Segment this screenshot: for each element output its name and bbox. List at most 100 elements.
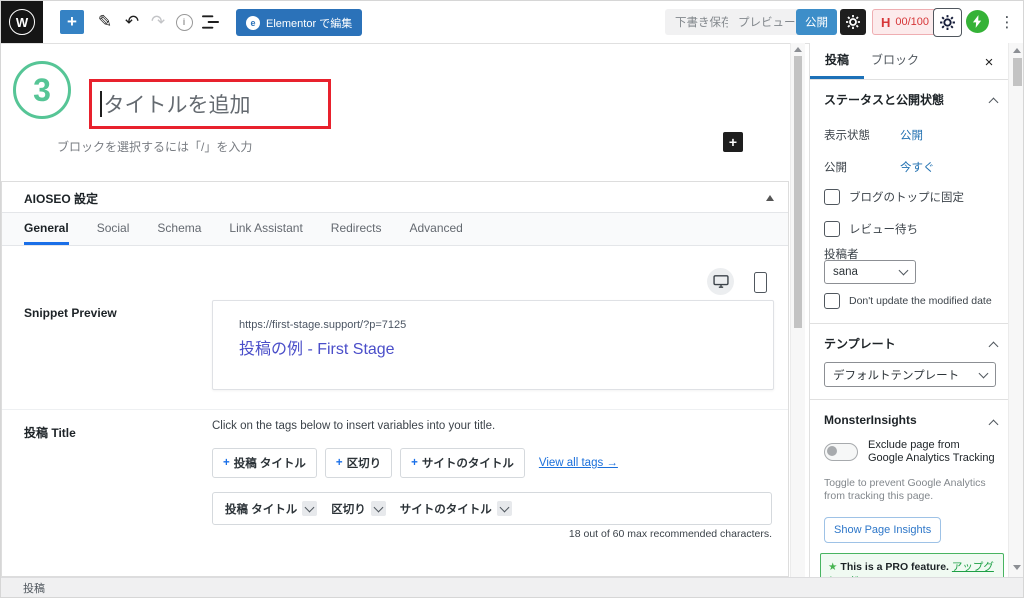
- star-icon: ★: [828, 561, 837, 573]
- undo-icon[interactable]: ↶: [121, 9, 143, 35]
- chip-separator[interactable]: 区切り: [331, 501, 386, 517]
- modified-date-label: Don't update the modified date: [849, 295, 992, 307]
- collapse-status-icon[interactable]: [989, 98, 999, 108]
- template-select[interactable]: デフォルトテンプレート: [824, 362, 996, 387]
- template-section-title: テンプレート: [824, 335, 896, 352]
- chip-site-title[interactable]: サイトのタイトル: [400, 501, 512, 517]
- elementor-icon: e: [246, 16, 260, 30]
- sidebar-divider: [810, 323, 1024, 324]
- tab-block[interactable]: ブロック: [864, 43, 926, 79]
- main-scrollbar[interactable]: [790, 43, 805, 577]
- elementor-button-label: Elementor で編集: [266, 15, 352, 31]
- redo-icon[interactable]: ↷: [147, 9, 169, 35]
- text-caret: [100, 91, 102, 117]
- tag-button-label: サイトのタイトル: [422, 455, 514, 471]
- sticky-checkbox[interactable]: [824, 189, 840, 205]
- view-all-tags-link[interactable]: View all tags →: [539, 457, 618, 469]
- details-info-icon[interactable]: i: [173, 9, 195, 35]
- tab-advanced[interactable]: Advanced: [409, 213, 462, 245]
- top-toolbar: W + ✎ ↶ ↷ i e Elementor で編集 下書き保存 プレビュー …: [1, 1, 1023, 44]
- status-section-title: ステータスと公開状態: [824, 91, 944, 109]
- collapse-panel-icon[interactable]: [766, 195, 774, 201]
- snippet-title[interactable]: 投稿の例 - First Stage: [239, 335, 395, 359]
- tools-pencil-icon[interactable]: ✎: [94, 9, 116, 35]
- headline-score: 00/100: [895, 16, 929, 28]
- headline-score-badge[interactable]: H 00/100: [872, 9, 938, 35]
- plus-icon: +: [411, 457, 418, 469]
- settings-gear-button[interactable]: [840, 9, 866, 35]
- monsterinsights-section-title: MonsterInsights: [824, 413, 917, 427]
- aioseo-panel-title: AIOSEO 設定: [24, 190, 98, 207]
- edit-with-elementor-button[interactable]: e Elementor で編集: [236, 9, 362, 36]
- options-menu-button[interactable]: ⋮: [997, 9, 1017, 35]
- chip-post-title[interactable]: 投稿 タイトル: [225, 501, 317, 517]
- tag-button-label: 投稿 タイトル: [234, 455, 306, 471]
- desktop-preview-button[interactable]: [707, 268, 734, 295]
- tag-instruction-text: Click on the tags below to insert variab…: [212, 420, 495, 432]
- scrollbar-thumb[interactable]: [794, 56, 802, 328]
- chip-label: 区切り: [331, 501, 366, 517]
- close-icon[interactable]: ×: [978, 51, 1000, 73]
- publish-date-label: 公開: [824, 159, 847, 175]
- tab-link-assistant[interactable]: Link Assistant: [229, 213, 302, 245]
- plus-icon: +: [336, 457, 343, 469]
- exclude-analytics-label: Exclude page from Google Analytics Track…: [868, 439, 996, 465]
- modified-date-checkbox[interactable]: [824, 293, 840, 309]
- publish-date-value-link[interactable]: 今すぐ: [900, 159, 935, 175]
- settings-sidebar: 投稿 ブロック × ステータスと公開状態 表示状態 公開 公開 今すぐ ブログの…: [809, 43, 1024, 577]
- scroll-up-arrow[interactable]: [1013, 48, 1021, 53]
- step-number: 3: [33, 72, 51, 109]
- chip-label: 投稿 タイトル: [225, 501, 297, 517]
- sidebar-scrollbar[interactable]: [1008, 43, 1024, 577]
- chevron-down-icon[interactable]: [302, 501, 317, 516]
- add-block-button[interactable]: +: [723, 132, 743, 152]
- aioseo-tabs: General Social Schema Link Assistant Red…: [2, 212, 788, 246]
- aioseo-settings-panel: AIOSEO 設定 General Social Schema Link Ass…: [1, 181, 789, 577]
- headline-h: H: [881, 15, 890, 30]
- chevron-down-icon: [899, 266, 909, 276]
- snippet-preview-box: https://first-stage.support/?p=7125 投稿の例…: [212, 300, 774, 390]
- tab-redirects[interactable]: Redirects: [331, 213, 382, 245]
- collapse-template-icon[interactable]: [989, 342, 999, 352]
- chevron-down-icon[interactable]: [497, 501, 512, 516]
- visibility-value-link[interactable]: 公開: [900, 127, 923, 143]
- tab-social[interactable]: Social: [97, 213, 130, 245]
- scroll-up-arrow[interactable]: [794, 47, 802, 52]
- breadcrumb[interactable]: 投稿: [23, 580, 45, 596]
- pending-review-checkbox[interactable]: [824, 221, 840, 237]
- char-counter: 18 out of 60 max recommended characters.: [569, 528, 772, 540]
- gear-icon: [845, 14, 861, 30]
- editor-footer: 投稿: [1, 577, 1023, 597]
- preview-button[interactable]: プレビュー: [728, 9, 806, 35]
- tag-button-separator[interactable]: + 区切り: [325, 448, 392, 478]
- wordpress-icon: W: [9, 9, 35, 35]
- boost-bolt-button[interactable]: [966, 10, 989, 33]
- pending-checkbox-row: レビュー待ち: [824, 221, 918, 237]
- collapse-monsterinsights-icon[interactable]: [989, 420, 999, 430]
- tab-schema[interactable]: Schema: [157, 213, 201, 245]
- tag-button-post-title[interactable]: + 投稿 タイトル: [212, 448, 317, 478]
- post-title-section-label: 投稿 Title: [24, 424, 76, 441]
- tag-button-site-title[interactable]: + サイトのタイトル: [400, 448, 525, 478]
- show-page-insights-button[interactable]: Show Page Insights: [824, 517, 941, 543]
- block-inserter-button[interactable]: +: [60, 10, 84, 34]
- title-format-input[interactable]: 投稿 タイトル 区切り サイトのタイトル: [212, 492, 772, 525]
- block-hint-text: ブロックを選択するには「/」を入力: [57, 138, 252, 155]
- author-select[interactable]: sana: [824, 260, 916, 284]
- plus-icon: +: [223, 457, 230, 469]
- section-divider: [2, 409, 788, 410]
- aioseo-toolbar-button[interactable]: [933, 8, 962, 37]
- scroll-down-arrow[interactable]: [1013, 565, 1021, 570]
- exclude-analytics-toggle[interactable]: [824, 443, 858, 461]
- mobile-preview-button[interactable]: [754, 272, 767, 293]
- wordpress-logo[interactable]: W: [1, 1, 43, 43]
- tab-general[interactable]: General: [24, 213, 69, 245]
- tag-button-label: 区切り: [347, 455, 382, 471]
- publish-button[interactable]: 公開: [796, 9, 837, 35]
- tab-post[interactable]: 投稿: [810, 43, 864, 79]
- post-title-input[interactable]: タイトルを追加: [89, 79, 331, 129]
- scrollbar-thumb[interactable]: [1013, 58, 1022, 86]
- chevron-down-icon[interactable]: [371, 501, 386, 516]
- list-view-icon[interactable]: [199, 9, 221, 35]
- chip-label: サイトのタイトル: [400, 501, 492, 517]
